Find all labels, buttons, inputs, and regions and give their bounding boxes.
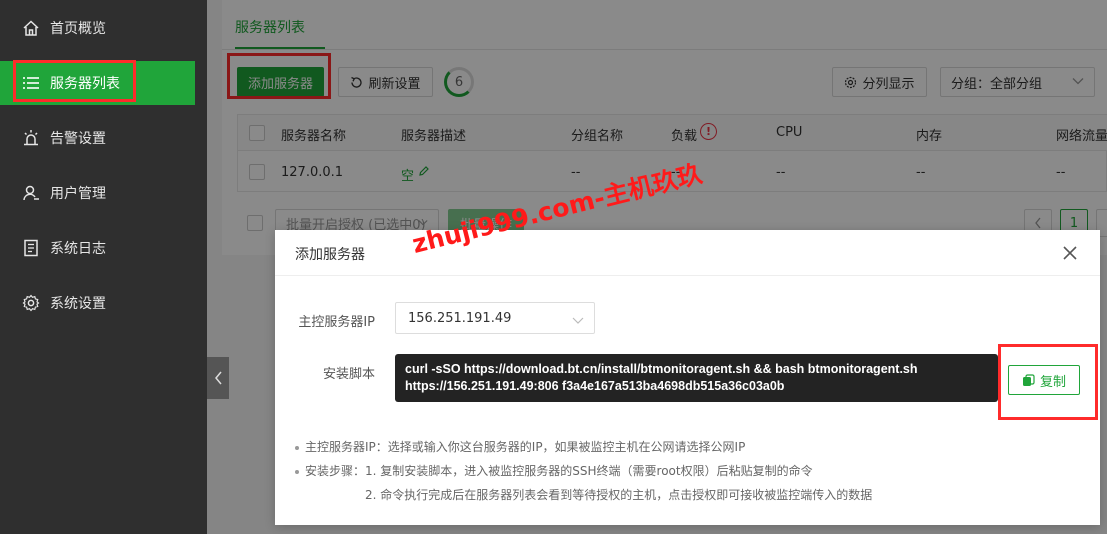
script-line: curl -sSO https://download.bt.cn/install…	[405, 362, 918, 376]
bullet	[295, 445, 299, 450]
copy-label: 复制	[1039, 374, 1066, 390]
note-item: 2. 命令执行完成后在服务器列表会看到等待授权的主机，点击授权即可接收被监控端传…	[365, 488, 873, 502]
sidebar-item-label: 用户管理	[50, 186, 106, 202]
script-line: https://156.251.191.49:806 f3a4e167a513b…	[405, 379, 785, 393]
sidebar-item-label: 首页概览	[50, 21, 106, 37]
sidebar-item-label: 系统日志	[50, 241, 106, 257]
list-icon	[22, 74, 40, 92]
copy-button[interactable]: 复制	[1008, 365, 1080, 395]
chevron-down-icon	[572, 314, 584, 329]
copy-icon	[1022, 373, 1035, 387]
sidebar-item-logs[interactable]: 系统日志	[0, 226, 207, 270]
log-icon	[22, 239, 40, 257]
bullet	[295, 469, 299, 474]
alarm-icon	[22, 129, 40, 147]
sidebar-item-users[interactable]: 用户管理	[0, 171, 207, 215]
master-ip-value: 156.251.191.49	[408, 310, 512, 326]
home-icon	[22, 19, 40, 37]
sidebar-item-label: 系统设置	[50, 296, 106, 312]
note-item: 主控服务器IP：选择或输入你这台服务器的IP，如果被监控主机在公网请选择公网IP	[295, 438, 745, 455]
install-script-box[interactable]: curl -sSO https://download.bt.cn/install…	[395, 354, 998, 402]
dialog-title: 添加服务器	[295, 247, 365, 263]
ip-label: 主控服务器IP	[298, 315, 375, 330]
sidebar-item-settings[interactable]: 系统设置	[0, 281, 207, 325]
sidebar-item-label: 服务器列表	[50, 76, 120, 92]
add-server-dialog: 添加服务器 主控服务器IP 156.251.191.49 安装脚本 curl -…	[275, 230, 1100, 525]
sidebar-item-home[interactable]: 首页概览	[0, 6, 207, 50]
user-icon	[22, 184, 40, 202]
collapse-sidebar-button[interactable]	[207, 357, 229, 399]
sidebar-item-server-list[interactable]: 服务器列表	[0, 61, 195, 105]
sidebar-item-alarm[interactable]: 告警设置	[0, 116, 207, 160]
sidebar: 首页概览 服务器列表 告警设置 用户管理 系统日志 系统设置	[0, 0, 207, 534]
script-label: 安装脚本	[322, 367, 375, 382]
gear-icon	[22, 294, 40, 312]
sidebar-item-label: 告警设置	[50, 131, 106, 147]
dialog-header: 添加服务器	[275, 230, 1100, 276]
master-ip-select[interactable]: 156.251.191.49	[395, 302, 595, 334]
note-item: 安装步骤：1. 复制安装脚本，进入被监控服务器的SSH终端（需要root权限）后…	[295, 462, 813, 479]
close-icon[interactable]	[1060, 243, 1080, 263]
